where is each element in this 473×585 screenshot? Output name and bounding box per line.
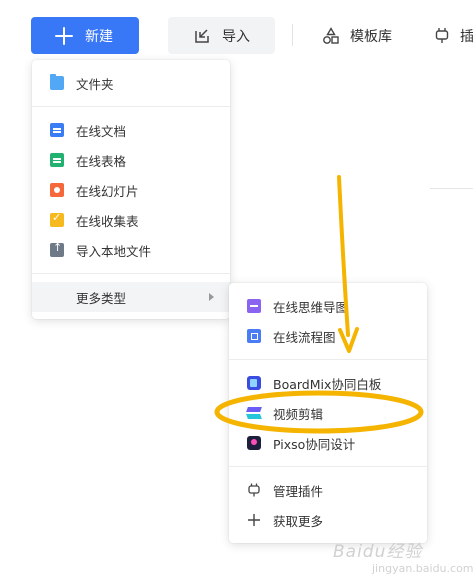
watermark-url: jingyan.baidu.com: [372, 562, 473, 575]
watermark-brand: Baidu经验: [333, 542, 423, 562]
annotation-overlay: [214, 175, 424, 434]
annotation-arrow: [337, 175, 350, 337]
annotation-highlight-ellipse: [214, 390, 424, 434]
